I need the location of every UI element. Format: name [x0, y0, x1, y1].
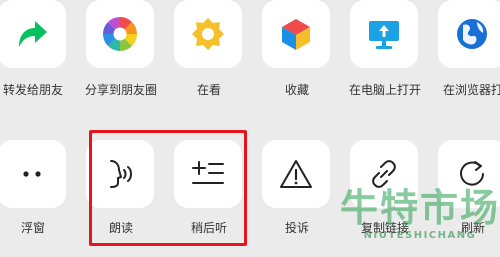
listen-later-tile[interactable] [174, 140, 242, 208]
share-item-label: 复制链接 [360, 221, 409, 235]
warning-triangle-icon [280, 160, 312, 188]
browser-globe-icon [457, 19, 487, 49]
share-item-label: 刷新 [460, 221, 485, 235]
refresh-icon [460, 161, 484, 186]
share-item-label: 分享到朋友圈 [84, 83, 157, 97]
share-item-label: 投诉 [284, 221, 309, 235]
moments-aperture-icon [103, 17, 137, 51]
share-item-label: 在看 [196, 83, 221, 97]
read-aloud-icon [110, 160, 132, 188]
listen-later-icon [192, 161, 224, 184]
favorites-cube-icon [282, 19, 310, 50]
moments-tile[interactable] [86, 0, 154, 68]
share-item-label: 在浏览器打 [442, 83, 500, 97]
link-icon [372, 160, 396, 188]
computer-tile[interactable] [350, 0, 418, 68]
share-item-label: 收藏 [284, 83, 309, 97]
forward-arrow-icon [19, 21, 47, 47]
share-item-label: 朗读 [108, 221, 133, 235]
copy-link-tile[interactable] [350, 140, 418, 208]
share-item-label: 转发给朋友 [2, 83, 63, 97]
floating-window-tile[interactable] [0, 140, 66, 208]
share-item-label: 浮窗 [20, 221, 45, 235]
forward-tile[interactable] [0, 0, 66, 68]
favorites-tile[interactable] [262, 0, 330, 68]
computer-open-icon [369, 21, 399, 49]
browser-tile[interactable] [438, 0, 500, 68]
floating-window-icon [23, 171, 41, 177]
wow-star-icon [192, 18, 224, 50]
refresh-tile[interactable] [438, 140, 500, 208]
share-item-label: 稍后听 [190, 221, 227, 235]
wow-tile[interactable] [174, 0, 242, 68]
report-tile[interactable] [262, 140, 330, 208]
read-aloud-tile[interactable] [86, 140, 154, 208]
share-item-label: 在电脑上打开 [348, 83, 421, 97]
